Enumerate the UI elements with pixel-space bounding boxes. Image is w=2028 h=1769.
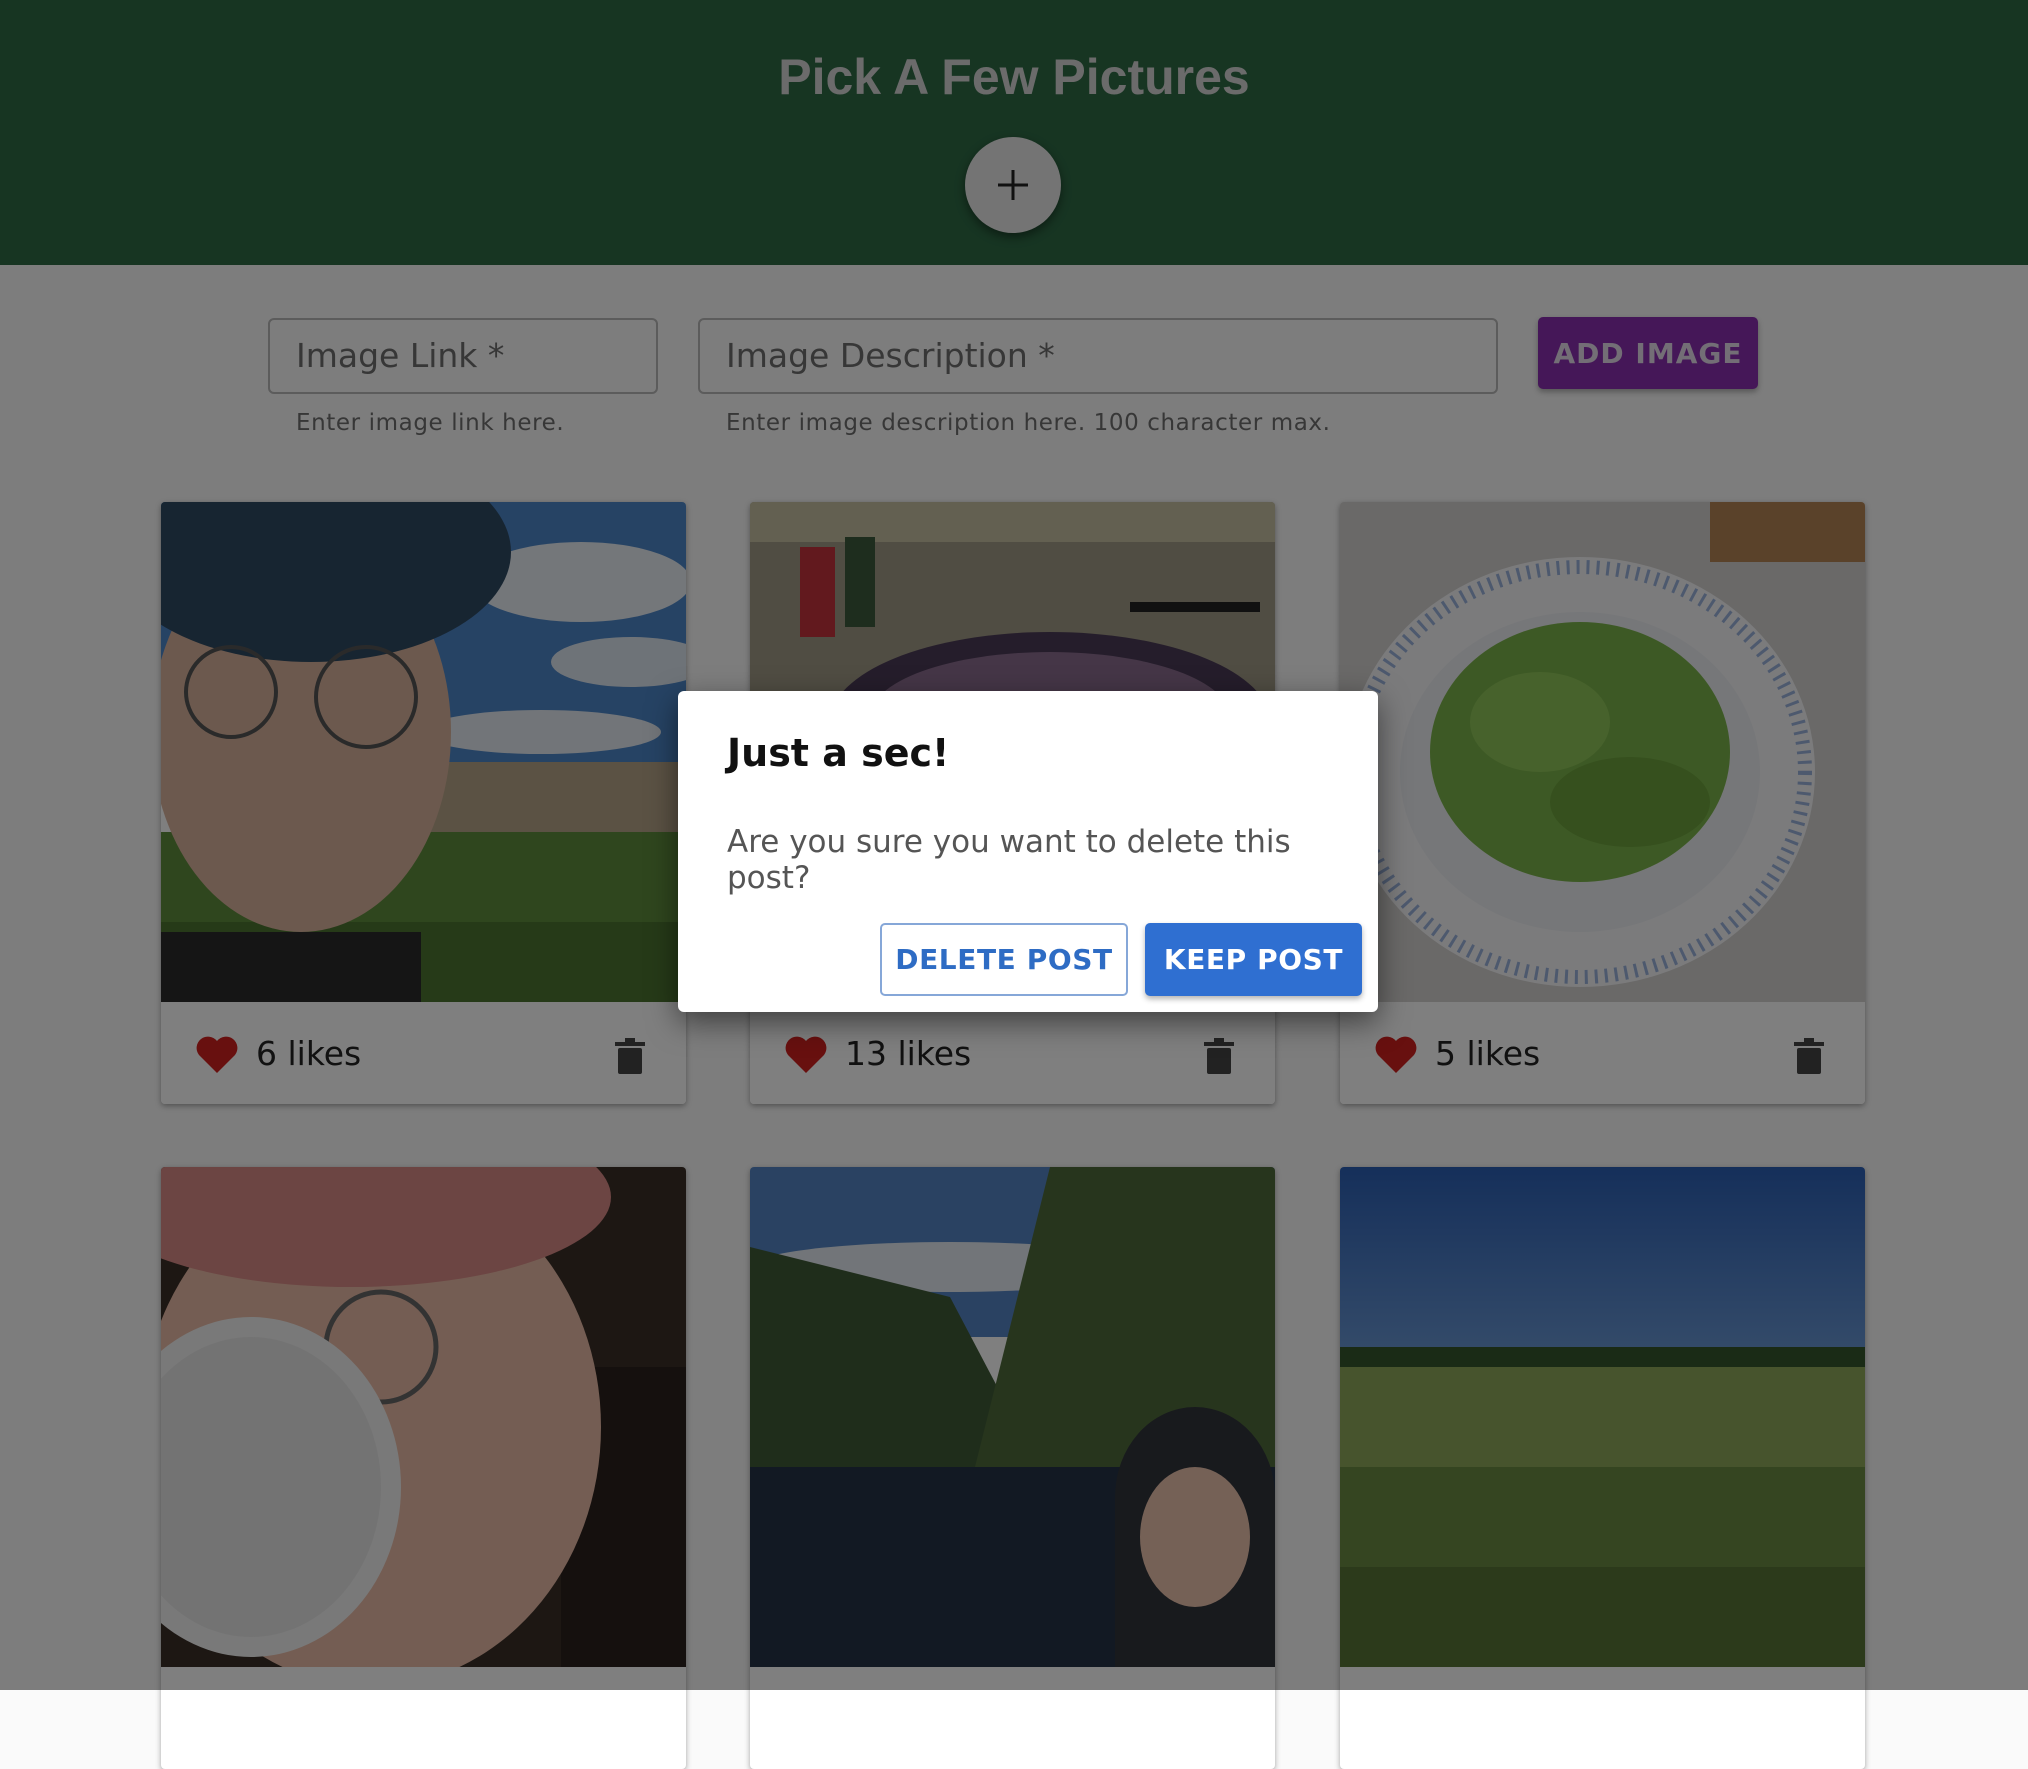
delete-post-button[interactable]: DELETE POST: [880, 923, 1128, 996]
dialog-message: Are you sure you want to delete this pos…: [727, 824, 1291, 896]
dialog-title: Just a sec!: [727, 731, 950, 775]
keep-post-button[interactable]: KEEP POST: [1145, 923, 1362, 996]
delete-confirm-dialog: Just a sec! Are you sure you want to del…: [678, 691, 1378, 1012]
